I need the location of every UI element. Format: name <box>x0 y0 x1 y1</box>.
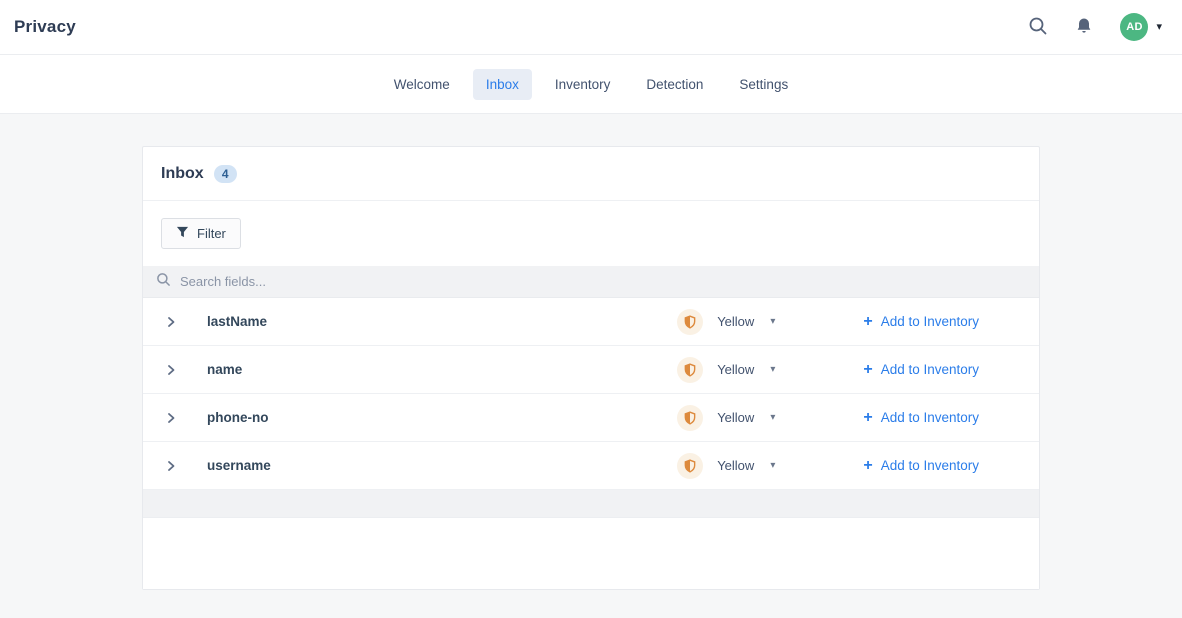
add-to-inventory-label: Add to Inventory <box>881 362 979 377</box>
caret-down-icon: ▾ <box>770 317 775 327</box>
caret-down-icon: ▾ <box>770 365 775 375</box>
plus-icon: + <box>863 458 872 474</box>
tab-settings[interactable]: Settings <box>726 69 801 100</box>
tab-inventory[interactable]: Inventory <box>542 69 624 100</box>
add-to-inventory-label: Add to Inventory <box>881 458 979 473</box>
classification-dropdown[interactable]: Yellow ▾ <box>717 458 775 473</box>
filter-toolbar: Filter <box>143 201 1039 266</box>
tab-detection[interactable]: Detection <box>633 69 716 100</box>
field-name: phone-no <box>207 410 677 425</box>
add-to-inventory-button[interactable]: + Add to Inventory <box>863 458 979 474</box>
table-row[interactable]: phone-no Yellow ▾ + Add to Inventory <box>143 394 1039 442</box>
table-row[interactable]: lastName Yellow ▾ + Add to Inventory <box>143 298 1039 346</box>
user-menu[interactable]: AD ▾ <box>1120 13 1162 41</box>
notifications-button[interactable] <box>1074 16 1094 39</box>
header-actions: AD ▾ <box>1028 13 1168 41</box>
chevron-right-icon[interactable] <box>165 314 181 330</box>
inbox-count-badge: 4 <box>214 165 237 183</box>
search-bar <box>143 266 1039 298</box>
shield-icon <box>677 405 703 431</box>
card-footer <box>143 518 1039 589</box>
field-name: name <box>207 362 677 377</box>
classification-group: Yellow ▾ <box>677 453 775 479</box>
inbox-title: Inbox <box>161 165 204 183</box>
plus-icon: + <box>863 410 872 426</box>
table-row[interactable]: name Yellow ▾ + Add to Inventory <box>143 346 1039 394</box>
add-to-inventory-button[interactable]: + Add to Inventory <box>863 314 979 330</box>
search-icon <box>1028 16 1048 39</box>
app-header: Privacy AD ▾ <box>0 0 1182 55</box>
caret-down-icon: ▾ <box>770 461 775 471</box>
classification-value: Yellow <box>717 458 754 473</box>
add-to-inventory-label: Add to Inventory <box>881 410 979 425</box>
user-menu-caret-icon[interactable]: ▾ <box>1156 22 1162 33</box>
classification-dropdown[interactable]: Yellow ▾ <box>717 362 775 377</box>
inbox-card: Inbox 4 Filter lastName Yellow ▾ <box>142 146 1040 590</box>
classification-dropdown[interactable]: Yellow ▾ <box>717 410 775 425</box>
plus-icon: + <box>863 314 872 330</box>
search-button[interactable] <box>1028 16 1048 39</box>
main-nav: Welcome Inbox Inventory Detection Settin… <box>0 55 1182 114</box>
search-icon <box>156 272 171 292</box>
caret-down-icon: ▾ <box>770 413 775 423</box>
funnel-icon <box>176 226 189 242</box>
chevron-right-icon[interactable] <box>165 458 181 474</box>
filter-button-label: Filter <box>197 226 226 241</box>
classification-value: Yellow <box>717 314 754 329</box>
classification-dropdown[interactable]: Yellow ▾ <box>717 314 775 329</box>
table-footer-strip <box>143 490 1039 518</box>
classification-value: Yellow <box>717 362 754 377</box>
filter-button[interactable]: Filter <box>161 218 241 249</box>
bell-icon <box>1074 16 1094 39</box>
app-title: Privacy <box>14 17 76 37</box>
plus-icon: + <box>863 362 872 378</box>
avatar[interactable]: AD <box>1120 13 1148 41</box>
table-row[interactable]: username Yellow ▾ + Add to Inventory <box>143 442 1039 490</box>
classification-group: Yellow ▾ <box>677 405 775 431</box>
shield-icon <box>677 357 703 383</box>
tab-inbox[interactable]: Inbox <box>473 69 532 100</box>
add-to-inventory-button[interactable]: + Add to Inventory <box>863 410 979 426</box>
add-to-inventory-label: Add to Inventory <box>881 314 979 329</box>
field-name: username <box>207 458 677 473</box>
chevron-right-icon[interactable] <box>165 410 181 426</box>
inbox-card-header: Inbox 4 <box>143 147 1039 201</box>
shield-icon <box>677 453 703 479</box>
classification-value: Yellow <box>717 410 754 425</box>
shield-icon <box>677 309 703 335</box>
field-name: lastName <box>207 314 677 329</box>
classification-group: Yellow ▾ <box>677 357 775 383</box>
search-fields-input[interactable] <box>180 274 1026 289</box>
classification-group: Yellow ▾ <box>677 309 775 335</box>
tab-welcome[interactable]: Welcome <box>381 69 463 100</box>
add-to-inventory-button[interactable]: + Add to Inventory <box>863 362 979 378</box>
chevron-right-icon[interactable] <box>165 362 181 378</box>
